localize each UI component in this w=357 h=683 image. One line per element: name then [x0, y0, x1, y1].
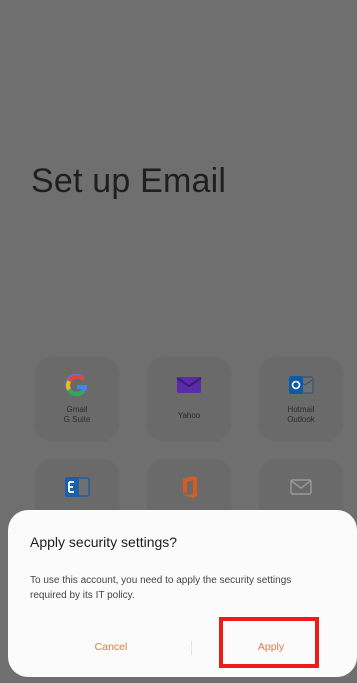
cancel-button[interactable]: Cancel: [51, 636, 171, 658]
provider-label: Hotmail Outlook: [287, 405, 315, 424]
exchange-icon: [63, 473, 91, 501]
button-divider: [191, 641, 192, 655]
mail-icon: [287, 473, 315, 501]
google-g-icon: [63, 371, 91, 399]
provider-tile-gmail[interactable]: Gmail G Suite: [35, 357, 119, 441]
provider-label: Yahoo: [177, 411, 201, 420]
security-settings-dialog: Apply security settings? To use this acc…: [8, 510, 357, 677]
dialog-message: To use this account, you need to apply t…: [30, 575, 292, 601]
provider-tile-yahoo[interactable]: Yahoo: [147, 357, 231, 441]
provider-tile-outlook[interactable]: Hotmail Outlook: [259, 357, 343, 441]
apply-button[interactable]: Apply: [211, 636, 331, 658]
provider-label: Gmail G Suite: [63, 405, 91, 424]
dialog-title: Apply security settings?: [30, 534, 178, 550]
yahoo-envelope-icon: [175, 371, 203, 399]
outlook-icon: [287, 371, 315, 399]
page-title: Set up Email: [31, 162, 227, 200]
office-icon: [175, 473, 203, 501]
